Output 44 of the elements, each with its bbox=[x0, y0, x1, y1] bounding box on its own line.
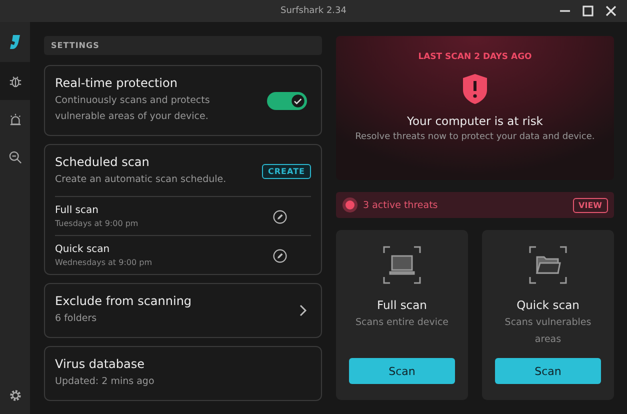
section-header: SETTINGS bbox=[44, 36, 322, 55]
view-button[interactable]: VIEW bbox=[572, 198, 608, 212]
schedule-time: Tuesdays at 9:00 pm bbox=[55, 219, 138, 228]
toggle-knob-icon bbox=[290, 92, 306, 108]
status-description: Resolve threats now to protect your data and device. bbox=[355, 132, 595, 142]
sidebar-item[interactable] bbox=[0, 62, 30, 100]
create-button[interactable]: CREATE bbox=[262, 164, 311, 179]
alert-dot-icon bbox=[342, 197, 358, 213]
card-description: Continuously scans and protects vulnerable areas of your device. bbox=[55, 94, 211, 124]
scan-description: Scans entire device bbox=[355, 316, 449, 330]
settings-icon[interactable] bbox=[8, 389, 22, 402]
search-icon bbox=[8, 150, 22, 164]
maximize-icon[interactable] bbox=[582, 5, 594, 17]
card-detail: 6 folders bbox=[55, 312, 98, 326]
schedule-time: Wednesdays at 9:00 pm bbox=[55, 258, 152, 267]
shield-alert-icon bbox=[463, 74, 487, 104]
last-scan-label: LAST SCAN 2 DAYS AGO bbox=[418, 52, 532, 62]
scan-description: Scans vulnerables areas bbox=[504, 316, 592, 347]
laptop-icon bbox=[383, 246, 421, 284]
scan-title: Quick scan bbox=[516, 298, 580, 312]
scan-button[interactable]: Scan bbox=[349, 358, 455, 384]
close-icon[interactable] bbox=[605, 5, 617, 17]
toggle-switch[interactable] bbox=[267, 92, 307, 110]
card-title: Real-time protection bbox=[55, 76, 178, 90]
card-title: Scheduled scan bbox=[55, 155, 150, 169]
chevron-right-icon bbox=[299, 304, 307, 317]
scan-title: Full scan bbox=[377, 298, 427, 312]
card-title: Exclude from scanning bbox=[55, 294, 192, 308]
shark-logo-icon[interactable] bbox=[10, 35, 20, 49]
threats-count: 3 active threats bbox=[363, 200, 439, 210]
card-title: Virus database bbox=[55, 357, 146, 371]
edit-icon[interactable] bbox=[273, 248, 287, 262]
card-description: Create an automatic scan schedule. bbox=[55, 173, 226, 187]
card-detail: Updated: 2 mins ago bbox=[55, 375, 154, 389]
scan-button[interactable]: Scan bbox=[495, 358, 601, 384]
status-title: Your computer is at risk bbox=[407, 114, 543, 128]
bug-icon bbox=[8, 74, 22, 88]
folder-icon bbox=[529, 246, 567, 284]
settings-card[interactable]: Exclude from scanning 6 folders bbox=[44, 283, 322, 338]
schedule-name: Quick scan bbox=[55, 244, 111, 255]
alarm-light-icon bbox=[8, 112, 22, 126]
window-title: Surfshark 2.34 bbox=[280, 6, 346, 16]
edit-icon[interactable] bbox=[273, 210, 287, 224]
schedule-name: Full scan bbox=[55, 205, 100, 216]
